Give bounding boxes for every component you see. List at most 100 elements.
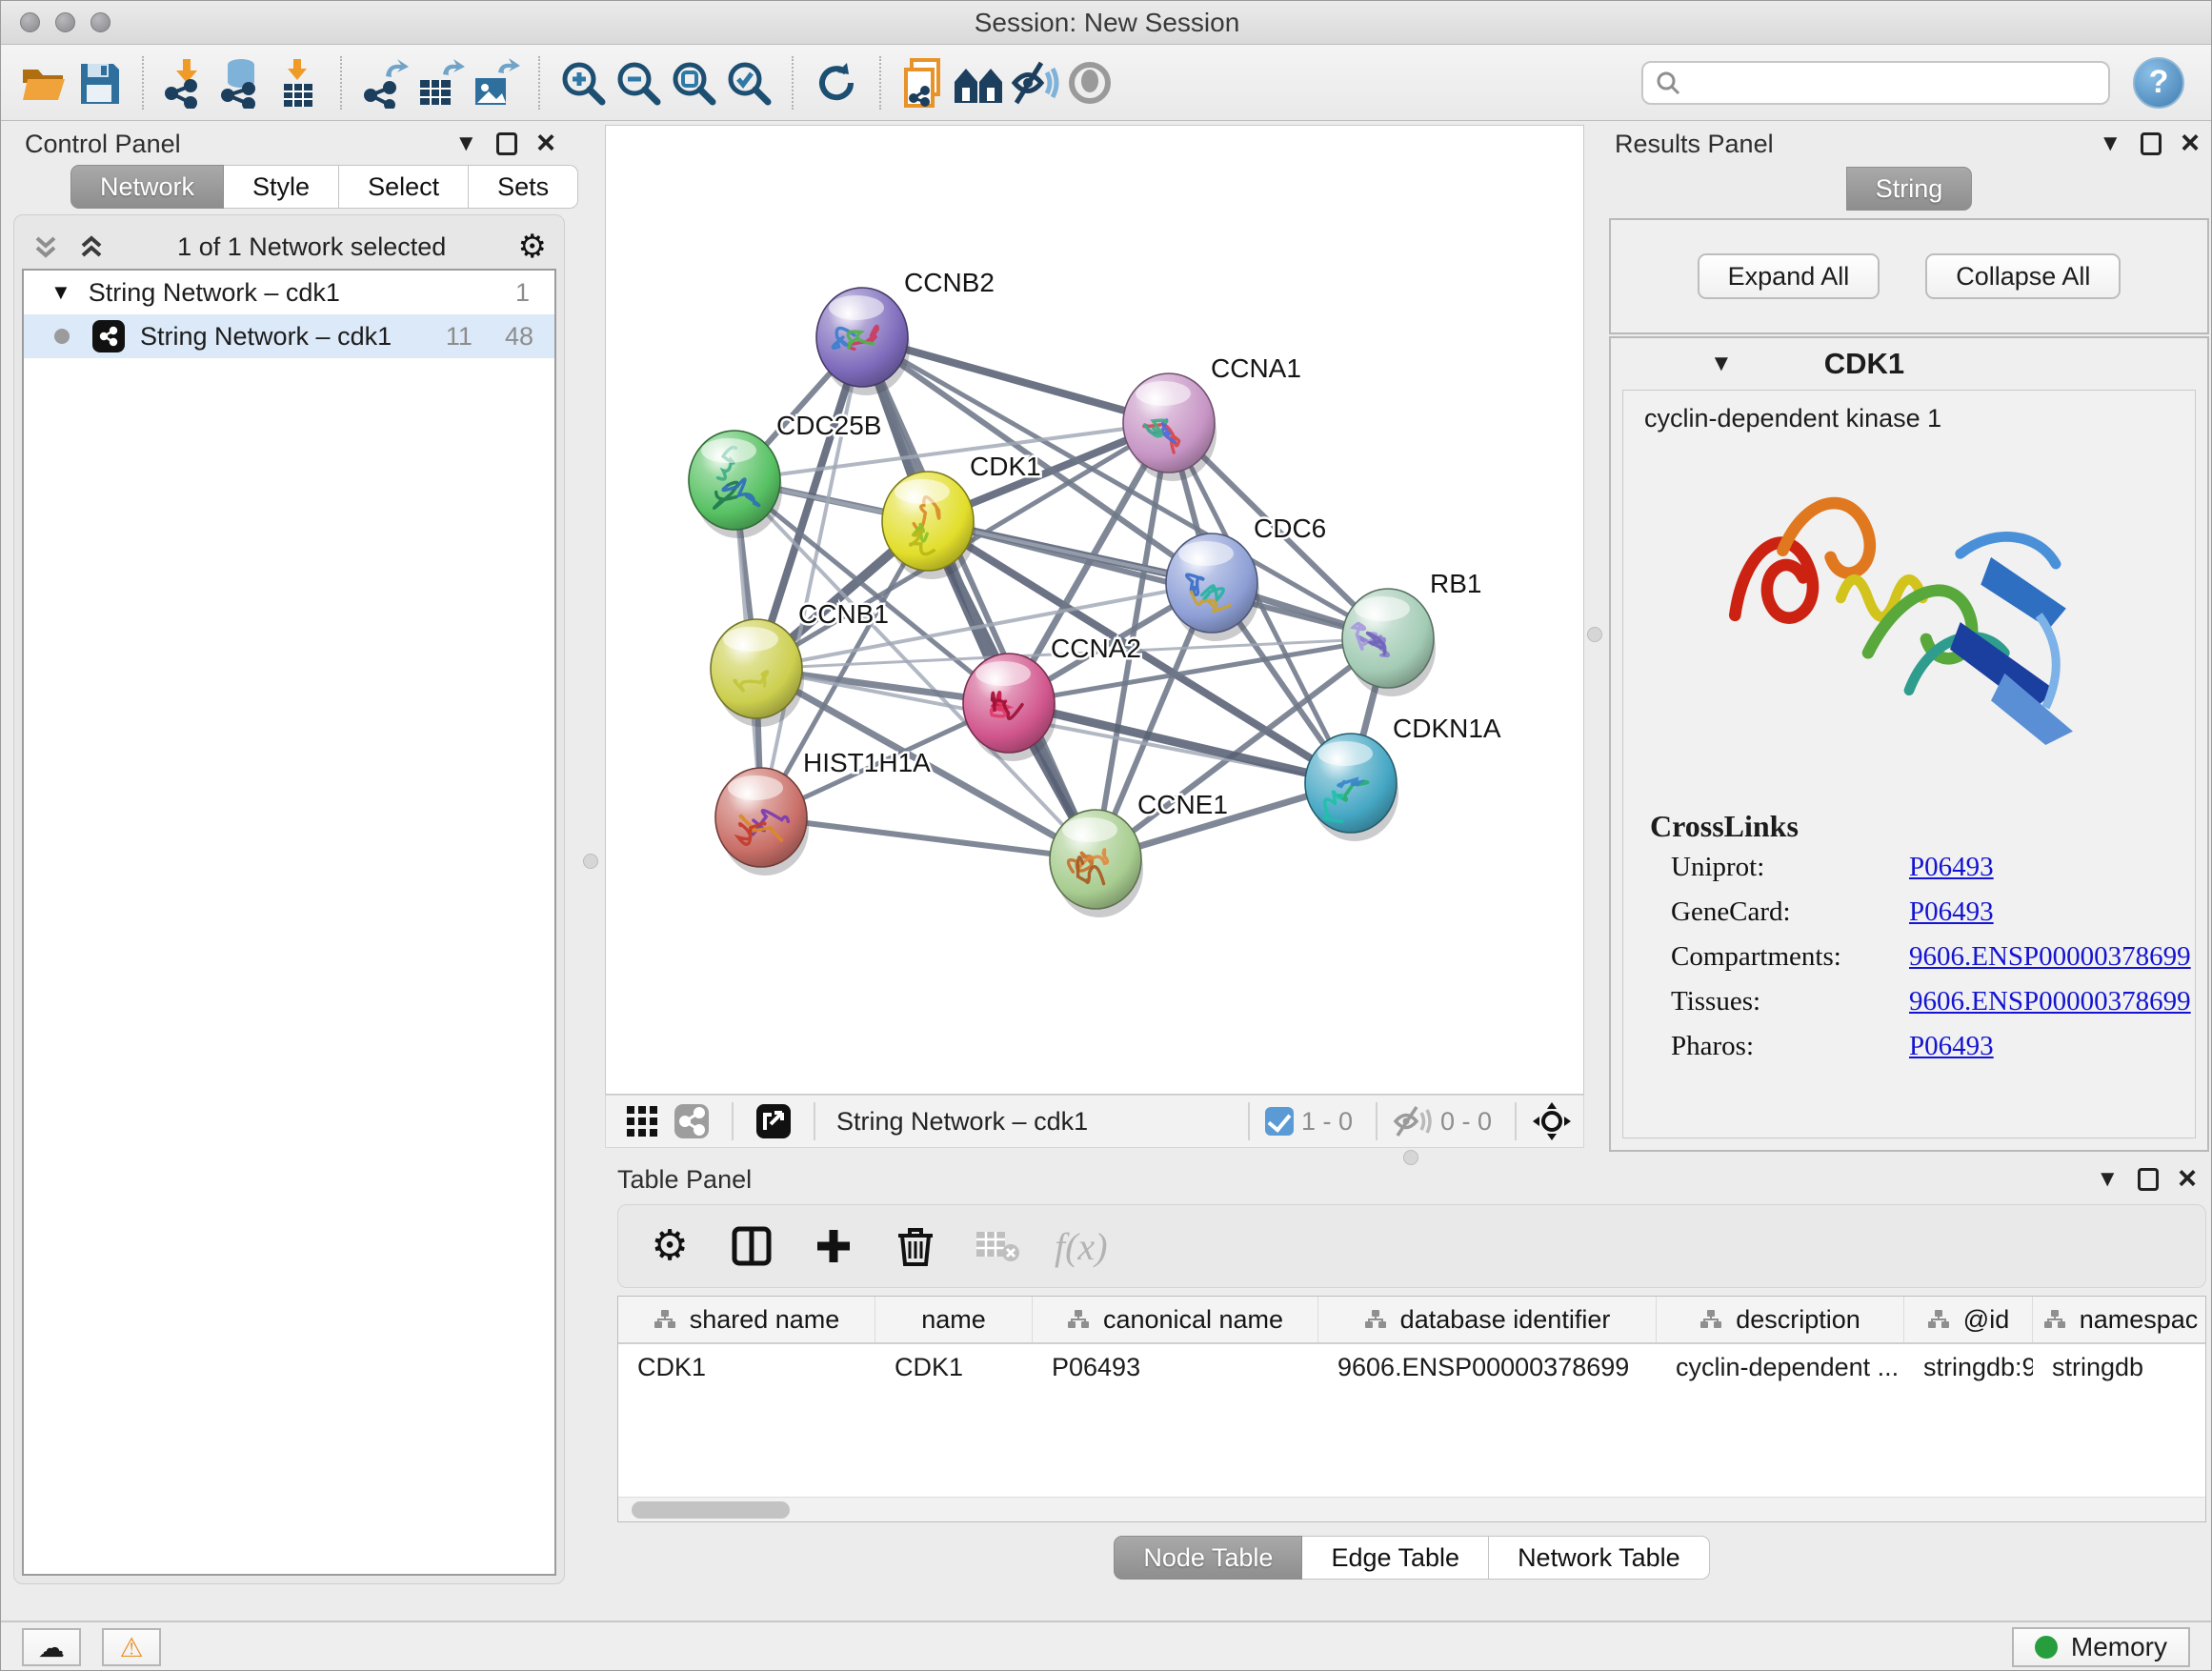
table-cell[interactable]: 9606.ENSP00000378699 [1318,1344,1657,1390]
collapse-all-button[interactable]: Collapse All [1925,253,2121,299]
birdseye-grid-icon[interactable] [617,1095,667,1148]
tab-string-results[interactable]: String [1846,167,1973,211]
network-collection-row[interactable]: ▼ String Network – cdk1 1 [24,271,554,314]
network-canvas[interactable]: CCNB2CCNA1CDC25BCDK1CDC6RB1CCNB1CCNA2CDK… [605,125,1584,1095]
new-network-from-selection-icon[interactable] [896,53,952,112]
tab-style[interactable]: Style [224,165,339,209]
crosslink-link[interactable]: P06493 [1909,852,1994,883]
control-panel-tabs: Network Style Select Sets [70,165,565,209]
hide-selection-icon[interactable] [1007,53,1062,112]
open-session-icon[interactable] [16,53,71,112]
crosslink-link[interactable]: 9606.ENSP00000378699 [1909,941,2191,973]
column-header-shared-name[interactable]: shared name [618,1297,875,1342]
collapse-all-networks-icon[interactable] [31,232,60,261]
network-edge-ccnb2-ccne1[interactable] [862,337,1096,859]
right-splitter-handle[interactable] [1587,627,1602,642]
table-cell[interactable]: cyclin-dependent ... [1657,1344,1904,1390]
network-options-gear-icon[interactable]: ⚙ [518,231,547,263]
table-cell[interactable]: CDK1 [875,1344,1033,1390]
collection-disclosure-icon[interactable]: ▼ [50,280,71,305]
results-panel-float-icon[interactable] [2141,132,2162,155]
tab-network-table[interactable]: Network Table [1489,1536,1710,1580]
table-cell[interactable]: stringdb:9... [1904,1344,2033,1390]
control-panel-menu-icon[interactable]: ▼ [454,132,477,155]
tab-select[interactable]: Select [339,165,469,209]
app-window: Session: New Session [0,0,2212,1671]
import-network-database-icon[interactable] [214,53,270,112]
network-bullet-icon [54,329,70,344]
refresh-icon[interactable] [809,53,864,112]
network-edge-hist1h1a-ccne1[interactable] [761,817,1096,859]
memory-button[interactable]: Memory [2012,1627,2190,1667]
save-session-icon[interactable] [71,53,127,112]
scrollbar-thumb[interactable] [632,1501,790,1519]
expand-all-button[interactable]: Expand All [1698,253,1880,299]
add-row-icon[interactable] [809,1219,858,1273]
column-header-namespac[interactable]: namespac [2033,1297,2206,1342]
column-header-canonical-name[interactable]: canonical name [1033,1297,1318,1342]
control-panel-close-icon[interactable]: × [536,131,555,156]
table-panel-float-icon[interactable] [2138,1168,2159,1191]
string-view-icon[interactable] [667,1095,716,1148]
network-edge-ccna2-cdkn1a[interactable] [1009,703,1351,783]
window-title: Session: New Session [1,8,2212,38]
column-header-database-identifier[interactable]: database identifier [1318,1297,1657,1342]
import-network-file-icon[interactable] [159,53,214,112]
first-neighbors-icon[interactable] [952,53,1007,112]
table-panel-close-icon[interactable]: × [2178,1166,2197,1192]
column-header-label: name [921,1305,986,1335]
zoom-selected-icon[interactable] [721,53,776,112]
bottom-splitter-handle[interactable] [1403,1150,1418,1165]
function-builder-icon[interactable]: f(x) [1055,1224,1108,1269]
table-options-gear-icon[interactable]: ⚙ [645,1219,694,1273]
crosslink-link[interactable]: P06493 [1909,896,1994,928]
tab-node-table[interactable]: Node Table [1114,1536,1302,1580]
export-image-icon[interactable] [468,53,523,112]
delete-table-icon[interactable] [973,1219,1022,1273]
node-label-cdkn1a: CDKN1A [1393,714,1501,743]
table-cell[interactable]: CDK1 [618,1344,875,1390]
table-cell[interactable]: stringdb [2033,1344,2206,1390]
zoom-out-icon[interactable] [611,53,666,112]
search-input[interactable] [1641,61,2110,105]
tab-sets[interactable]: Sets [469,165,578,209]
show-all-icon[interactable] [1062,53,1117,112]
crosslink-link[interactable]: P06493 [1909,1031,1994,1062]
crosslink-link[interactable]: 9606.ENSP00000378699 [1909,986,2191,1017]
network-row-selected[interactable]: String Network – cdk1 11 48 [24,314,554,358]
help-icon[interactable]: ? [2133,57,2184,109]
export-network-icon[interactable] [357,53,412,112]
delete-entry-icon[interactable] [891,1219,940,1273]
pan-crosshair-icon[interactable] [1532,1101,1572,1141]
create-column-icon[interactable] [727,1219,776,1273]
selected-nodes-checkbox[interactable] [1265,1107,1294,1136]
results-panel-close-icon[interactable]: × [2181,131,2200,156]
results-panel-menu-icon[interactable]: ▼ [2099,132,2122,155]
network-label: String Network – cdk1 [140,322,392,352]
tab-edge-table[interactable]: Edge Table [1302,1536,1489,1580]
cloud-status-button[interactable]: ☁ [22,1628,81,1666]
shared-column-icon [1364,1309,1387,1330]
open-in-window-icon[interactable] [749,1095,798,1148]
tab-network[interactable]: Network [70,165,224,209]
protein-disclosure-icon[interactable]: ▼ [1710,352,1733,375]
table-panel-menu-icon[interactable]: ▼ [2096,1168,2119,1191]
expand-all-networks-icon[interactable] [77,232,106,261]
node-table: shared name name canonical namedatabase id… [617,1296,2206,1522]
network-edge-ccnb2-hist1h1a[interactable] [761,337,862,817]
table-horizontal-scrollbar[interactable] [618,1497,2205,1521]
zoom-fit-icon[interactable] [666,53,721,112]
import-table-icon[interactable] [270,53,325,112]
protein-section-header[interactable]: ▼ CDK1 [1611,338,2207,390]
table-cell[interactable]: P06493 [1033,1344,1318,1390]
table-row[interactable]: CDK1CDK1P064939606.ENSP00000378699cyclin… [618,1344,2205,1390]
zoom-in-icon[interactable] [555,53,611,112]
column-header-description[interactable]: description [1657,1297,1904,1342]
control-panel-float-icon[interactable] [496,132,517,155]
column-header--id[interactable]: @id [1904,1297,2033,1342]
column-header-name[interactable]: name [875,1297,1033,1342]
export-table-icon[interactable] [412,53,468,112]
warnings-button[interactable]: ⚠ [102,1628,161,1666]
left-splitter-handle[interactable] [583,854,598,869]
node-label-ccnb2: CCNB2 [904,268,995,297]
